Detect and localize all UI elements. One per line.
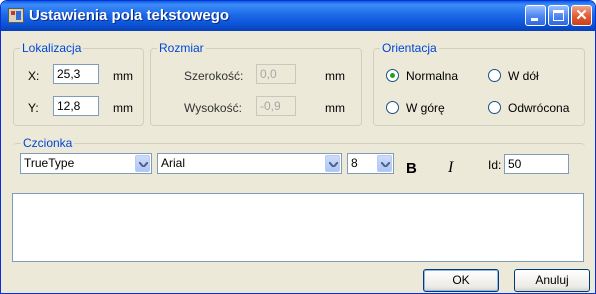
font-size-value: 8 <box>351 156 358 170</box>
group-title-rozmiar: Rozmiar <box>157 41 206 55</box>
group-title-czcionka: Czcionka <box>21 136 75 150</box>
x-unit: mm <box>113 69 133 83</box>
radio-odwrocona[interactable] <box>488 101 501 114</box>
font-type-select[interactable]: TrueType <box>20 153 152 174</box>
text-content-area[interactable] <box>12 193 584 262</box>
font-size-select[interactable]: 8 <box>347 153 394 174</box>
close-button[interactable]: ✕ <box>571 5 592 26</box>
minimize-icon <box>531 18 538 21</box>
radio-selected-dot <box>390 73 395 78</box>
ok-button[interactable]: OK <box>423 269 499 292</box>
width-input[interactable]: 0,0 <box>256 64 296 84</box>
id-label: Id: <box>488 158 502 172</box>
font-name-value: Arial <box>161 156 186 170</box>
width-unit: mm <box>325 69 345 83</box>
font-name-select[interactable]: Arial <box>157 153 342 174</box>
app-icon <box>8 8 24 23</box>
y-unit: mm <box>113 101 133 115</box>
title-bar[interactable]: Ustawienia pola tekstowego ✕ <box>1 1 595 31</box>
maximize-icon <box>553 10 564 21</box>
height-unit: mm <box>325 101 345 115</box>
radio-label-w-gore[interactable]: W górę <box>406 101 445 115</box>
x-input[interactable]: 25,3 <box>53 64 99 84</box>
italic-toggle[interactable]: I <box>448 160 453 176</box>
radio-w-gore[interactable] <box>386 101 399 114</box>
maximize-button[interactable] <box>548 5 569 26</box>
bold-toggle[interactable]: B <box>406 161 417 177</box>
chevron-down-icon[interactable] <box>135 155 150 172</box>
group-title-orientacja: Orientacja <box>380 41 439 55</box>
width-label: Szerokość: <box>184 69 244 83</box>
y-input[interactable]: 12,8 <box>53 96 99 116</box>
radio-label-normalna[interactable]: Normalna <box>406 69 458 83</box>
font-type-value: TrueType <box>24 156 75 170</box>
radio-w-dol[interactable] <box>488 69 501 82</box>
cancel-button[interactable]: Anuluj <box>514 269 590 292</box>
height-label: Wysokość: <box>184 101 242 115</box>
close-icon: ✕ <box>575 7 588 24</box>
y-label: Y: <box>28 101 39 115</box>
radio-label-w-dol[interactable]: W dół <box>508 69 539 83</box>
chevron-down-icon[interactable] <box>325 155 340 172</box>
group-title-lokalizacja: Lokalizacja <box>20 41 84 55</box>
x-label: X: <box>28 69 40 83</box>
chevron-down-icon[interactable] <box>377 155 392 172</box>
height-input[interactable]: -0,9 <box>256 96 296 116</box>
dialog-window: Ustawienia pola tekstowego ✕ Lokalizacja… <box>0 0 596 294</box>
radio-label-odwrocona[interactable]: Odwrócona <box>508 101 569 115</box>
window-title: Ustawienia pola tekstowego <box>29 7 230 24</box>
minimize-button[interactable] <box>525 5 546 26</box>
id-input[interactable]: 50 <box>504 154 569 174</box>
radio-normalna[interactable] <box>386 69 399 82</box>
